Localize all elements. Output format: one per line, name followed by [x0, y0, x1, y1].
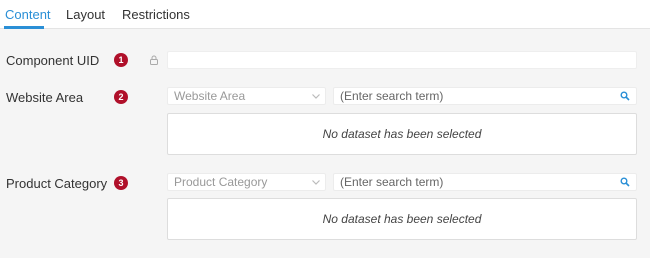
website-area-select-value: Website Area [174, 89, 246, 103]
step-badge-3: 3 [114, 176, 128, 190]
website-area-empty-message: No dataset has been selected [322, 127, 482, 141]
product-category-empty-message: No dataset has been selected [322, 212, 482, 226]
website-area-search [333, 87, 637, 105]
component-uid-input[interactable] [167, 51, 637, 69]
website-area-select[interactable]: Website Area [167, 87, 326, 105]
product-category-select[interactable]: Product Category [167, 173, 326, 191]
website-area-dataset-panel: No dataset has been selected [167, 113, 637, 155]
component-uid-label: Component UID [6, 53, 100, 68]
website-area-search-input[interactable] [334, 88, 614, 104]
chevron-down-icon [312, 180, 320, 185]
step-badge-1: 1 [114, 53, 128, 67]
lock-icon [150, 55, 158, 65]
product-category-search-input[interactable] [334, 174, 614, 190]
product-category-label: Product Category [6, 176, 108, 191]
tab-layout[interactable]: Layout [66, 7, 105, 22]
active-tab-indicator [4, 26, 44, 29]
tab-bar: Content Layout Restrictions [0, 0, 650, 29]
search-icon[interactable] [620, 177, 630, 187]
website-area-label: Website Area [6, 90, 84, 105]
step-badge-2: 2 [114, 90, 128, 104]
product-category-select-value: Product Category [174, 175, 268, 189]
product-category-dataset-panel: No dataset has been selected [167, 198, 637, 240]
tab-content[interactable]: Content [5, 7, 51, 22]
search-icon[interactable] [620, 91, 630, 101]
product-category-search [333, 173, 637, 191]
chevron-down-icon [312, 94, 320, 99]
tab-restrictions[interactable]: Restrictions [122, 7, 190, 22]
